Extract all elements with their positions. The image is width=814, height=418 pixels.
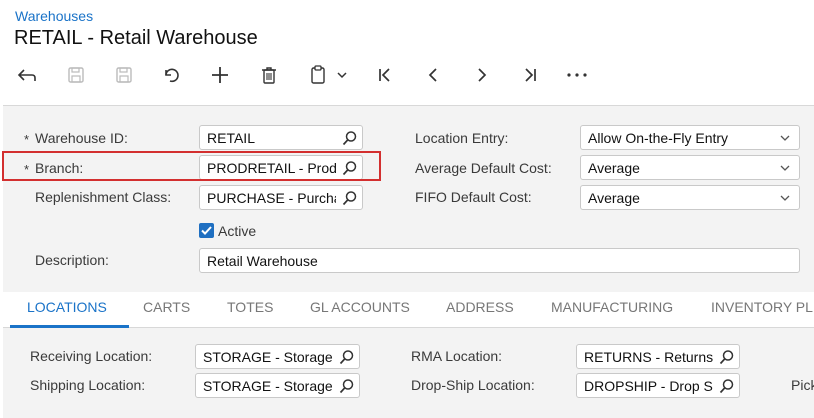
save-icon bbox=[116, 67, 132, 83]
undo-icon bbox=[165, 68, 179, 83]
replenishment-class-field[interactable]: PURCHASE - Purcha bbox=[199, 185, 363, 210]
undo-button[interactable] bbox=[159, 62, 185, 88]
warehouse-id-field[interactable]: RETAIL bbox=[199, 125, 363, 150]
delete-button[interactable] bbox=[256, 62, 282, 88]
receiving-location-label: Receiving Location: bbox=[30, 348, 153, 364]
branch-highlight-box bbox=[2, 151, 381, 181]
description-value: Retail Warehouse bbox=[207, 253, 318, 269]
search-icon[interactable] bbox=[339, 349, 355, 365]
tab-address[interactable]: ADDRESS bbox=[446, 299, 514, 315]
fifo-default-cost-label: FIFO Default Cost: bbox=[415, 189, 532, 205]
description-label: Description: bbox=[35, 252, 109, 268]
rma-location-value: RETURNS - Returns bbox=[584, 349, 713, 365]
delete-icon bbox=[262, 67, 276, 84]
warehouse-id-label: Warehouse ID: bbox=[35, 130, 128, 146]
location-entry-label: Location Entry: bbox=[415, 130, 509, 146]
drop-ship-location-field[interactable]: DROPSHIP - Drop S bbox=[576, 373, 740, 398]
first-record-icon bbox=[379, 68, 390, 82]
location-entry-select[interactable]: Allow On-the-Fly Entry bbox=[580, 125, 800, 150]
shipping-location-field[interactable]: STORAGE - Storage bbox=[195, 373, 360, 398]
shipping-location-label: Shipping Location: bbox=[30, 377, 146, 393]
chevron-down-icon bbox=[337, 72, 347, 79]
search-icon[interactable] bbox=[342, 130, 358, 146]
replenishment-class-value: PURCHASE - Purcha bbox=[207, 190, 336, 206]
tab-locations[interactable]: LOCATIONS bbox=[27, 299, 107, 315]
search-icon[interactable] bbox=[719, 378, 735, 394]
copy-paste-button[interactable] bbox=[305, 62, 331, 88]
active-label[interactable]: Active bbox=[218, 223, 256, 239]
pick-location-label-cut: Pick bbox=[791, 377, 814, 393]
toolbar bbox=[0, 62, 814, 88]
tab-totes[interactable]: TOTES bbox=[227, 299, 273, 315]
back-button[interactable] bbox=[14, 62, 40, 88]
last-record-icon bbox=[525, 68, 536, 82]
required-marker: * bbox=[24, 132, 30, 147]
rma-location-label: RMA Location: bbox=[411, 348, 503, 364]
chevron-down-icon bbox=[780, 135, 790, 141]
search-icon[interactable] bbox=[339, 378, 355, 394]
description-field[interactable]: Retail Warehouse bbox=[199, 248, 800, 273]
warehouse-id-value: RETAIL bbox=[207, 130, 255, 146]
receiving-location-field[interactable]: STORAGE - Storage bbox=[195, 344, 360, 369]
page-title: RETAIL - Retail Warehouse bbox=[14, 27, 258, 49]
next-icon bbox=[478, 68, 487, 82]
search-icon[interactable] bbox=[719, 349, 735, 365]
tab-carts[interactable]: CARTS bbox=[143, 299, 190, 315]
previous-button[interactable] bbox=[420, 62, 446, 88]
add-button[interactable] bbox=[207, 62, 233, 88]
fifo-default-cost-select[interactable]: Average bbox=[580, 185, 800, 210]
location-entry-value: Allow On-the-Fly Entry bbox=[588, 130, 729, 146]
drop-ship-location-label: Drop-Ship Location: bbox=[411, 377, 535, 393]
shipping-location-value: STORAGE - Storage bbox=[203, 378, 333, 394]
average-default-cost-label: Average Default Cost: bbox=[415, 160, 552, 176]
next-button[interactable] bbox=[469, 62, 495, 88]
rma-location-field[interactable]: RETURNS - Returns bbox=[576, 344, 740, 369]
save-close-icon bbox=[68, 67, 84, 83]
checkmark-icon bbox=[201, 226, 212, 235]
back-icon bbox=[17, 69, 36, 81]
active-checkbox[interactable] bbox=[199, 223, 214, 238]
search-icon[interactable] bbox=[342, 190, 358, 206]
copy-paste-icon bbox=[311, 65, 325, 84]
chevron-down-icon bbox=[780, 165, 790, 171]
breadcrumb[interactable]: Warehouses bbox=[15, 8, 93, 24]
first-record-button[interactable] bbox=[372, 62, 398, 88]
fifo-default-cost-value: Average bbox=[588, 190, 640, 206]
more-button[interactable] bbox=[564, 62, 590, 88]
last-record-button[interactable] bbox=[517, 62, 543, 88]
more-icon bbox=[567, 73, 587, 77]
save-close-button[interactable] bbox=[63, 62, 89, 88]
chevron-down-icon bbox=[780, 195, 790, 201]
tab-gl-accounts[interactable]: GL ACCOUNTS bbox=[310, 299, 410, 315]
tab-inventory-planning[interactable]: INVENTORY PL bbox=[711, 299, 813, 315]
average-default-cost-select[interactable]: Average bbox=[580, 155, 800, 180]
copy-paste-dropdown[interactable] bbox=[333, 62, 351, 88]
save-button[interactable] bbox=[111, 62, 137, 88]
add-icon bbox=[212, 67, 228, 83]
tab-bar: LOCATIONS CARTS TOTES GL ACCOUNTS ADDRES… bbox=[3, 292, 814, 328]
previous-icon bbox=[428, 68, 437, 82]
replenishment-class-label: Replenishment Class: bbox=[35, 189, 172, 205]
receiving-location-value: STORAGE - Storage bbox=[203, 349, 333, 365]
average-default-cost-value: Average bbox=[588, 160, 640, 176]
drop-ship-location-value: DROPSHIP - Drop S bbox=[584, 378, 713, 394]
tab-manufacturing[interactable]: MANUFACTURING bbox=[551, 299, 673, 315]
